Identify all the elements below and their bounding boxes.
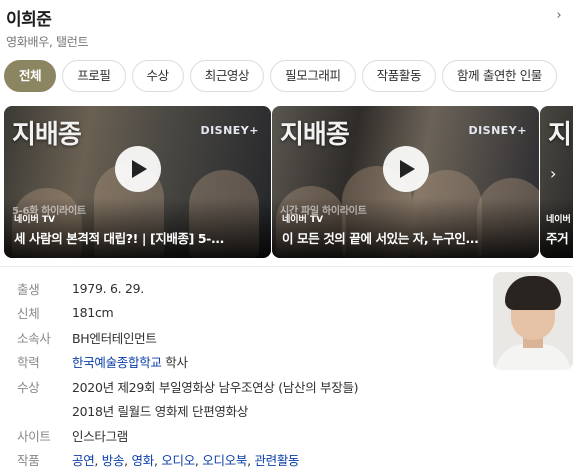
- show-title: 지: [548, 120, 572, 150]
- profile-row-education: 학력 한국예술종합학교 학사: [17, 350, 477, 375]
- tab-co-stars[interactable]: 함께 출연한 인물: [442, 60, 557, 92]
- tab-filmography[interactable]: 필모그래피: [270, 60, 356, 92]
- profile-row-awards: 수상 2020년 제29회 부일영화상 남우조연상 (남산의 부장들): [17, 374, 477, 399]
- video-source: 네이버 TV: [282, 215, 324, 225]
- degree-text: 학사: [165, 355, 188, 371]
- divider: [0, 266, 573, 267]
- play-icon[interactable]: [382, 146, 429, 192]
- video-source: 네이버: [546, 215, 571, 225]
- tab-recent-videos[interactable]: 최근영상: [189, 60, 265, 92]
- profile-label: 학력: [17, 355, 40, 371]
- height-value: 181cm: [72, 305, 114, 321]
- profile-row-site: 사이트 인스타그램: [17, 423, 477, 448]
- person-name: 이희준: [6, 10, 52, 30]
- brand-logo: DISNEY+: [200, 124, 259, 137]
- person-occupation: 영화배우, 탤런트: [6, 35, 89, 49]
- profile-label: 소속사: [17, 330, 51, 346]
- instagram-link[interactable]: 인스타그램: [72, 426, 128, 445]
- works-link-performance[interactable]: 공연: [72, 453, 95, 468]
- tab-profile[interactable]: 프로필: [62, 60, 126, 92]
- video-card[interactable]: 지 › 네이버 주거: [540, 106, 573, 258]
- works-link-broadcast[interactable]: 방송: [102, 453, 125, 468]
- tab-works[interactable]: 작품활동: [361, 60, 437, 92]
- profile-photo[interactable]: [493, 272, 573, 370]
- profile-row-body: 신체 181cm: [17, 301, 477, 326]
- video-title[interactable]: 이 모든 것의 끝에 서있는 자, 누구인...: [282, 228, 527, 247]
- works-link-film[interactable]: 영화: [132, 453, 155, 468]
- show-title: 지배종: [280, 120, 350, 150]
- person-header: 이희준 영화배우, 탤런트: [6, 5, 89, 50]
- play-icon[interactable]: [114, 146, 161, 192]
- video-card[interactable]: 지배종 DISNEY+ 5-6화 하이라이트 네이버 TV 세 사람의 본격적 …: [4, 106, 271, 258]
- profile-info: 출생 1979. 6. 29. 신체 181cm 소속사 BH엔터테인먼트 학력…: [17, 276, 477, 472]
- profile-row-awards-2: 2018년 릴월드 영화제 단편영화상: [17, 399, 477, 424]
- tab-awards[interactable]: 수상: [131, 60, 184, 92]
- video-carousel: 지배종 DISNEY+ 5-6화 하이라이트 네이버 TV 세 사람의 본격적 …: [4, 106, 573, 258]
- tab-bar: 전체 프로필 수상 최근영상 필모그래피 작품활동 함께 출연한 인물: [4, 60, 573, 92]
- profile-row-birth: 출생 1979. 6. 29.: [17, 276, 477, 301]
- video-card[interactable]: 지배종 DISNEY+ 시간 파일 하이라이트 네이버 TV 이 모든 것의 끝…: [272, 106, 539, 258]
- video-title[interactable]: 주거: [546, 228, 573, 247]
- school-link[interactable]: 한국예술종합학교: [72, 355, 162, 370]
- works-link-audiobook[interactable]: 오디오북: [202, 453, 247, 468]
- profile-row-works: 작품 공연, 방송, 영화, 오디오, 오디오북, 관련활동: [17, 448, 477, 473]
- award-item: 2020년 제29회 부일영화상 남우조연상 (남산의 부장들): [72, 379, 359, 395]
- profile-label: 출생: [17, 281, 40, 297]
- tab-all[interactable]: 전체: [4, 60, 57, 92]
- birth-date: 1979. 6. 29.: [72, 280, 144, 296]
- chevron-right-icon[interactable]: ›: [549, 6, 569, 26]
- video-title[interactable]: 세 사람의 본격적 대립?! | [지배종] 5-...: [14, 228, 259, 247]
- show-title: 지배종: [12, 120, 82, 150]
- profile-label: 작품: [17, 453, 40, 469]
- video-source: 네이버 TV: [14, 215, 56, 225]
- profile-row-agency: 소속사 BH엔터테인먼트: [17, 325, 477, 350]
- profile-label: 사이트: [17, 428, 51, 444]
- works-link-activities[interactable]: 관련활동: [254, 453, 299, 468]
- profile-label: 신체: [17, 306, 40, 322]
- agency-link[interactable]: BH엔터테인먼트: [72, 328, 157, 347]
- brand-logo: DISNEY+: [468, 124, 527, 137]
- award-item: 2018년 릴월드 영화제 단편영화상: [72, 404, 249, 420]
- profile-label: 수상: [17, 379, 40, 395]
- works-link-audio[interactable]: 오디오: [161, 453, 195, 468]
- chevron-right-icon: ›: [550, 164, 557, 183]
